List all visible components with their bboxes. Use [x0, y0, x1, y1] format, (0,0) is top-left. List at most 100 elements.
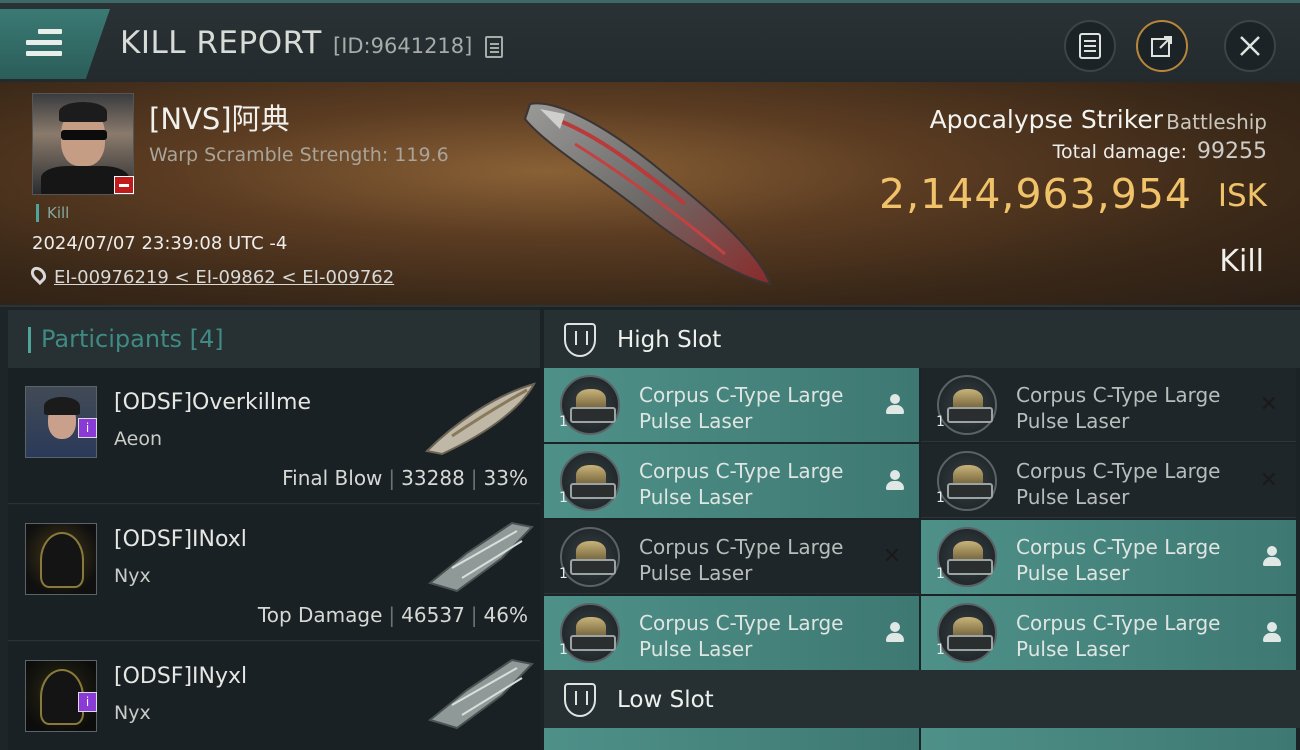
info-badge-icon: i	[78, 418, 97, 438]
person-icon	[886, 470, 904, 490]
participant-percent: 46%	[483, 603, 528, 627]
participant-row[interactable]: i [ODSF]INyxl Nyx	[8, 642, 540, 750]
person-icon	[1263, 546, 1281, 566]
close-icon	[1240, 36, 1260, 56]
module-name: Corpus C-Type Large Pulse Laser	[1016, 459, 1221, 509]
isk-value: 2,144,963,954	[879, 170, 1192, 218]
participant-percent: 33%	[483, 466, 528, 490]
participant-ship: Nyx	[114, 702, 151, 724]
module-item[interactable]: 1 Corpus C-Type Large Pulse Laser	[544, 444, 919, 518]
corp-badge-icon	[114, 176, 134, 194]
module-item-partial[interactable]	[921, 728, 1296, 750]
result-label: Kill	[1219, 244, 1264, 279]
module-item-partial[interactable]	[544, 728, 919, 750]
participant-ship-image	[427, 521, 534, 593]
module-icon	[560, 451, 620, 511]
hamburger-icon[interactable]	[26, 29, 62, 59]
clipboard-button[interactable]	[1064, 20, 1116, 72]
participant-name: [ODSF]INoxl	[114, 527, 247, 552]
participant-stats: Top Damage | 46537 | 46%	[257, 603, 528, 627]
low-slot-label: Low Slot	[617, 687, 714, 713]
module-item[interactable]: 1 Corpus C-Type Large Pulse Laser	[544, 368, 919, 442]
high-slot-label: High Slot	[617, 327, 722, 353]
total-damage-label: Total damage:	[1052, 141, 1187, 163]
participant-damage: 46537	[401, 603, 465, 627]
module-name: Corpus C-Type Large Pulse Laser	[1016, 383, 1221, 433]
victim-name[interactable]: [NVS]阿典	[149, 96, 290, 138]
high-slot-header: High Slot	[544, 310, 1300, 368]
person-icon	[886, 622, 904, 642]
module-name: Corpus C-Type Large Pulse Laser	[1016, 535, 1221, 585]
person-icon	[1263, 622, 1281, 642]
participant-ship: Aeon	[114, 428, 163, 450]
info-badge-icon: i	[78, 692, 97, 712]
participant-role: Final Blow	[282, 466, 383, 490]
victim-ship-class: Battleship	[1166, 110, 1267, 134]
slot-icon	[564, 683, 596, 717]
module-icon	[937, 603, 997, 663]
module-qty: 1	[936, 566, 945, 582]
module-icon	[937, 375, 997, 435]
module-name: Corpus C-Type Large Pulse Laser	[639, 459, 844, 509]
kill-datetime: 2024/07/07 23:39:08 UTC -4	[32, 233, 288, 254]
module-qty: 1	[936, 642, 945, 658]
module-icon	[937, 527, 997, 587]
menu-button[interactable]	[0, 9, 110, 79]
avatar	[25, 523, 97, 595]
report-id: [ID:9641218]	[333, 34, 473, 58]
module-icon	[560, 375, 620, 435]
victim-ship-name[interactable]: Apocalypse Striker	[930, 105, 1163, 134]
kill-tag: Kill	[36, 204, 69, 222]
share-icon	[1151, 36, 1172, 57]
module-item[interactable]: 1 Corpus C-Type Large Pulse Laser ✕	[544, 520, 919, 594]
module-name: Corpus C-Type Large Pulse Laser	[639, 535, 844, 585]
isk-unit: ISK	[1217, 178, 1267, 214]
location-link[interactable]: EI-00976219 < EI-09862 < EI-009762	[54, 267, 394, 288]
close-button[interactable]	[1224, 20, 1276, 72]
module-item[interactable]: 1 Corpus C-Type Large Pulse Laser	[921, 596, 1296, 670]
x-icon: ✕	[882, 544, 901, 569]
location-pin-icon	[27, 263, 50, 286]
x-icon: ✕	[1259, 392, 1278, 417]
share-button[interactable]	[1136, 20, 1188, 72]
participant-ship-image	[424, 382, 537, 456]
module-item[interactable]: 1 Corpus C-Type Large Pulse Laser ✕	[921, 444, 1296, 518]
top-bar: KILL REPORT [ID:9641218]	[0, 0, 1300, 82]
participants-header: Participants [4]	[8, 310, 540, 368]
module-icon	[937, 451, 997, 511]
copy-icon[interactable]	[485, 36, 503, 58]
module-item[interactable]: 1 Corpus C-Type Large Pulse Laser	[921, 520, 1296, 594]
module-item[interactable]: 1 Corpus C-Type Large Pulse Laser ✕	[921, 368, 1296, 442]
participant-stats: Final Blow | 33288 | 33%	[282, 466, 528, 490]
module-name: Corpus C-Type Large Pulse Laser	[639, 383, 844, 433]
participant-row[interactable]: i [ODSF]Overkillme Aeon Final Blow | 33288…	[8, 368, 540, 504]
participant-name: [ODSF]Overkillme	[114, 390, 312, 415]
participant-damage: 33288	[401, 466, 465, 490]
victim-ship-image	[523, 102, 772, 286]
participant-ship-image	[427, 658, 534, 730]
person-icon	[886, 394, 904, 414]
module-qty: 1	[936, 414, 945, 430]
module-icon	[560, 527, 620, 587]
total-damage-value: 99255	[1197, 139, 1267, 164]
x-icon: ✕	[1259, 468, 1278, 493]
participants-count: [4]	[189, 325, 224, 353]
module-qty: 1	[559, 414, 568, 430]
participant-row[interactable]: [ODSF]INoxl Nyx Top Damage | 46537 | 46%	[8, 505, 540, 641]
participant-role: Top Damage	[257, 603, 383, 627]
page-title: KILL REPORT	[120, 25, 322, 61]
clipboard-icon	[1079, 33, 1101, 59]
slot-icon	[564, 323, 596, 357]
participants-panel: Participants [4] i [ODSF]Overkillme Aeon…	[0, 307, 540, 750]
module-qty: 1	[936, 490, 945, 506]
participant-name: [ODSF]INyxl	[114, 664, 248, 689]
module-qty: 1	[559, 566, 568, 582]
module-icon	[560, 603, 620, 663]
module-qty: 1	[559, 490, 568, 506]
participant-ship: Nyx	[114, 565, 151, 587]
warp-scramble-strength: Warp Scramble Strength: 119.6	[149, 144, 449, 166]
victim-summary: [NVS]阿典 Warp Scramble Strength: 119.6 Ki…	[0, 82, 1300, 307]
module-name: Corpus C-Type Large Pulse Laser	[1016, 611, 1221, 661]
module-item[interactable]: 1 Corpus C-Type Large Pulse Laser	[544, 596, 919, 670]
participants-label: Participants	[41, 325, 182, 353]
